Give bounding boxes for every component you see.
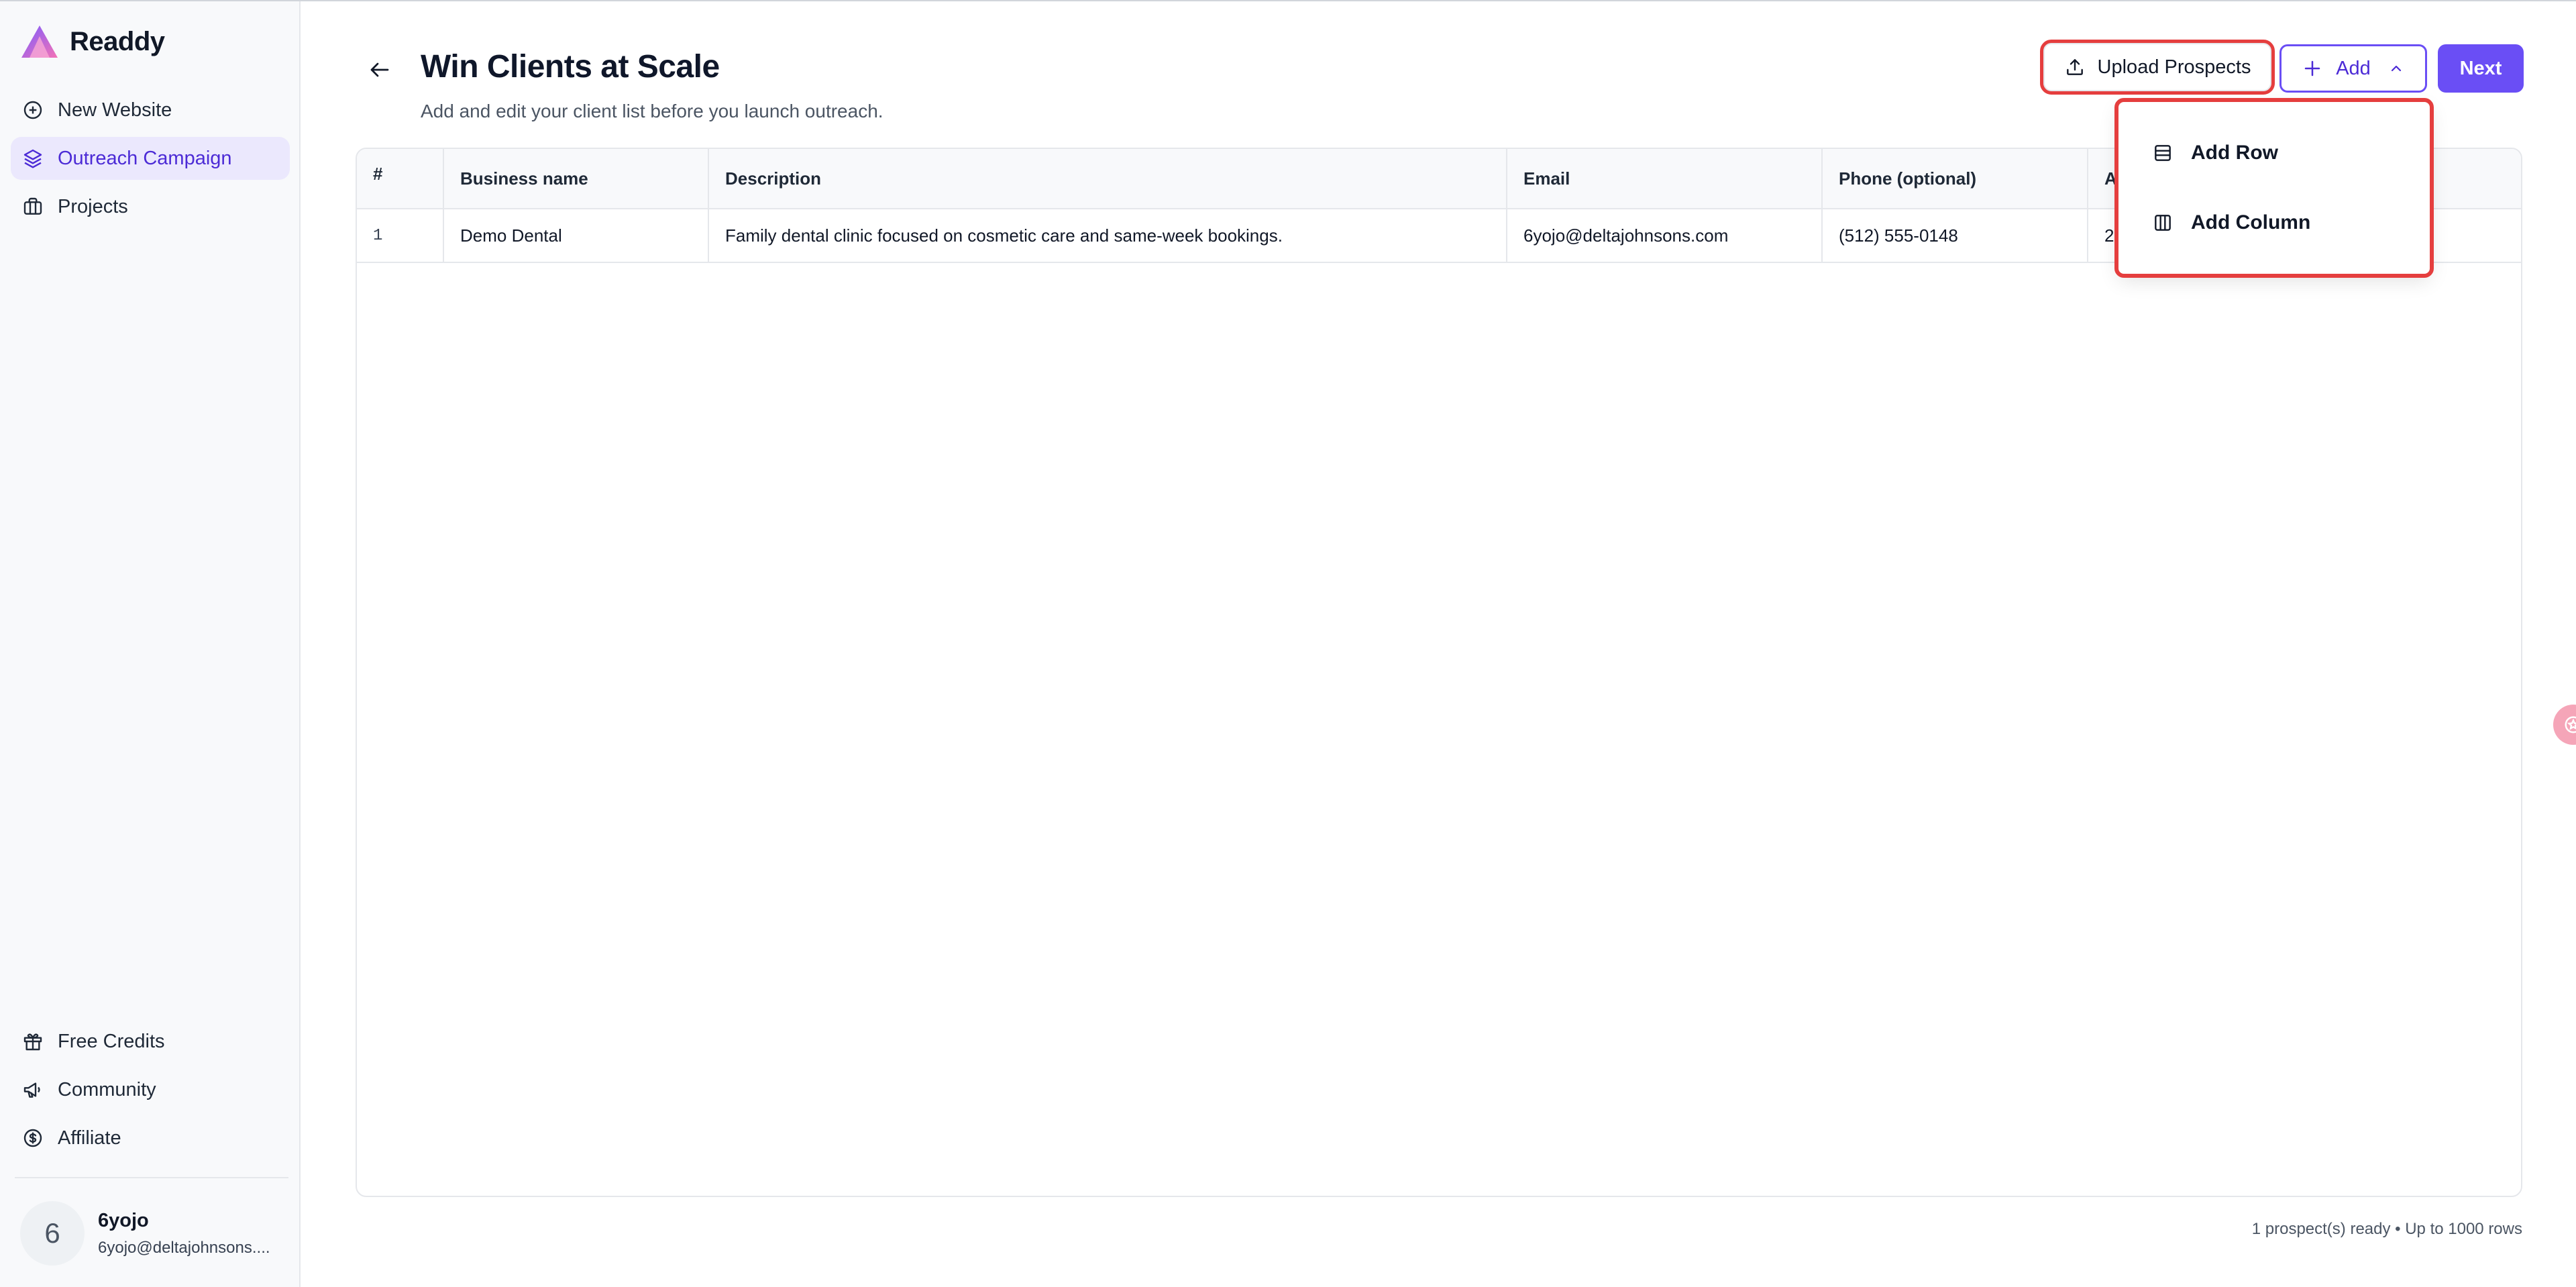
sidebar: Readdy New Website Outreach Campaign Pro… <box>0 1 301 1287</box>
app-window: Readdy New Website Outreach Campaign Pro… <box>0 0 2576 1287</box>
sidebar-nav-top: New Website Outreach Campaign Projects <box>11 89 290 234</box>
sidebar-item-affiliate[interactable]: Affiliate <box>11 1117 290 1160</box>
floating-help-widget[interactable] <box>2553 705 2576 745</box>
upload-prospects-button[interactable]: Upload Prospects <box>2040 40 2275 95</box>
add-label: Add <box>2336 57 2371 79</box>
add-column-label: Add Column <box>2191 211 2311 234</box>
dollar-circle-icon <box>21 1127 44 1149</box>
table-rows-icon <box>2155 145 2171 161</box>
column-header[interactable]: Description <box>709 149 1507 208</box>
sidebar-item-projects[interactable]: Projects <box>11 185 290 228</box>
sidebar-item-label: Projects <box>58 195 128 217</box>
table-cell: 1 <box>357 209 444 262</box>
user-name: 6yojo <box>98 1209 149 1231</box>
table-cell[interactable]: Family dental clinic focused on cosmetic… <box>709 209 1507 262</box>
star-badge-icon <box>2565 716 2576 733</box>
avatar: 6 <box>20 1201 85 1266</box>
sidebar-item-community[interactable]: Community <box>11 1068 290 1111</box>
logo-text: Readdy <box>70 26 165 56</box>
sidebar-item-label: Free Credits <box>58 1030 165 1052</box>
user-email: 6yojo@deltajohnsons.... <box>98 1238 270 1257</box>
user-profile[interactable]: 6 6yojo 6yojo@deltajohnsons.... <box>20 1200 288 1267</box>
briefcase-icon <box>21 195 44 218</box>
layers-icon <box>21 147 44 170</box>
sidebar-item-label: Outreach Campaign <box>58 147 232 169</box>
user-info: 6yojo 6yojo@deltajohnsons.... <box>98 1210 280 1257</box>
sidebar-divider <box>15 1177 288 1178</box>
chevron-up-icon <box>2391 65 2401 72</box>
readdy-logo-icon <box>21 25 58 58</box>
sidebar-item-label: Affiliate <box>58 1127 121 1149</box>
logo[interactable]: Readdy <box>20 21 165 62</box>
add-row-label: Add Row <box>2191 142 2278 164</box>
plus-icon <box>2304 60 2320 76</box>
table-cell[interactable]: 6yojo@deltajohnsons.com <box>1507 209 1823 262</box>
sidebar-item-outreach-campaign[interactable]: Outreach Campaign <box>11 137 290 180</box>
sidebar-item-label: Community <box>58 1078 156 1100</box>
page-title: Win Clients at Scale <box>421 49 720 85</box>
page-subtitle: Add and edit your client list before you… <box>421 101 883 121</box>
gift-icon <box>21 1030 44 1053</box>
prospect-count: 1 prospect(s) ready • Up to 1000 rows <box>2251 1220 2522 1238</box>
add-column-menu-item[interactable]: Add Column <box>2152 201 2407 244</box>
arrow-left-icon <box>370 62 389 77</box>
sidebar-nav-bottom: Free Credits Community Affiliate <box>11 1020 290 1165</box>
add-dropdown-button[interactable]: Add <box>2279 44 2427 93</box>
sidebar-item-free-credits[interactable]: Free Credits <box>11 1020 290 1063</box>
table-cell[interactable]: Demo Dental <box>444 209 709 262</box>
column-header[interactable]: # <box>357 149 444 208</box>
megaphone-icon <box>21 1078 44 1101</box>
back-button[interactable] <box>365 55 394 85</box>
column-header[interactable]: Business name <box>444 149 709 208</box>
upload-prospects-label: Upload Prospects <box>2097 56 2251 78</box>
column-header[interactable]: Phone (optional) <box>1823 149 2088 208</box>
table-cell[interactable]: (512) 555-0148 <box>1823 209 2088 262</box>
upload-icon <box>2066 59 2083 75</box>
add-row-menu-item[interactable]: Add Row <box>2152 132 2407 174</box>
plus-circle-icon <box>21 99 44 121</box>
next-button[interactable]: Next <box>2438 44 2524 93</box>
add-dropdown-menu: Add Row Add Column <box>2114 98 2434 278</box>
sidebar-item-label: New Website <box>58 99 172 121</box>
column-header[interactable]: Email <box>1507 149 1823 208</box>
table-columns-icon <box>2155 215 2171 231</box>
sidebar-item-new-website[interactable]: New Website <box>11 89 290 132</box>
prospects-table: # Business name Description Email Phone … <box>356 148 2522 1197</box>
